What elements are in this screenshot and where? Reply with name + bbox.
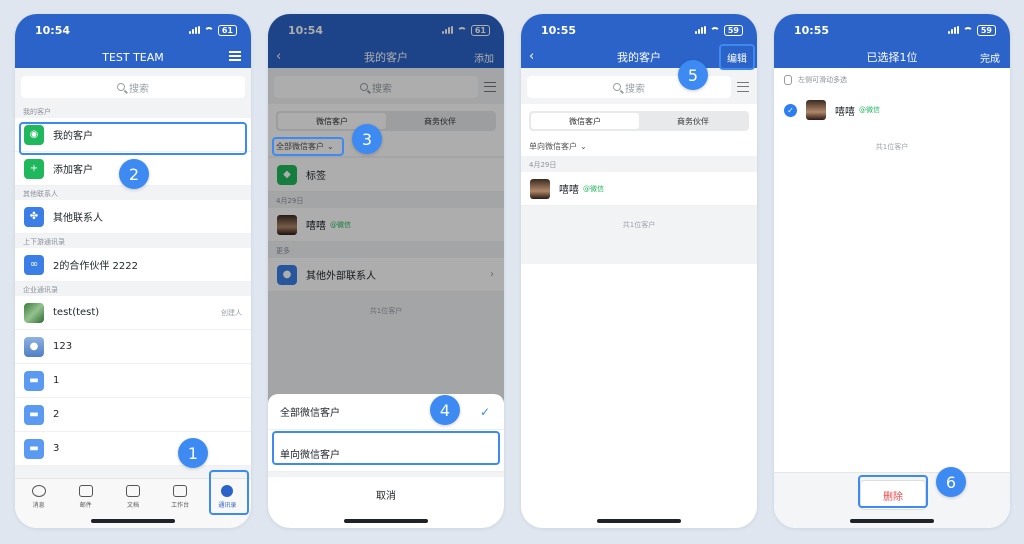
- option-oneway-wechat[interactable]: 单向微信客户: [268, 436, 504, 472]
- tab-contacts[interactable]: 通讯录: [207, 485, 247, 528]
- check-icon: ✓: [479, 404, 490, 419]
- contact-row[interactable]: 嘻嘻 @微信: [521, 172, 757, 206]
- wechat-icon: ◉: [24, 124, 44, 145]
- folder-row[interactable]: ▬ 2: [15, 398, 251, 432]
- person-avatar-icon: ●: [24, 336, 44, 357]
- step-badge-1: 1: [178, 438, 208, 468]
- step-badge-3: 3: [352, 124, 382, 154]
- status-time: 10:54: [35, 23, 71, 37]
- wifi-icon: [203, 26, 214, 34]
- page-title: TEST TEAM: [102, 50, 164, 64]
- page-title: 已选择1位: [866, 51, 918, 64]
- creator-tag: 创建人: [221, 308, 242, 317]
- nav-bar: 已选择1位 完成: [774, 46, 1010, 68]
- other-contacts-item[interactable]: ✤ 其他联系人: [15, 200, 251, 234]
- status-bar: 10:54 61: [15, 14, 251, 46]
- signal-icon: [188, 26, 200, 34]
- hand-icon: [784, 75, 792, 85]
- filter-dropdown[interactable]: 单向微信客户 ⌄: [521, 137, 757, 155]
- filter-action-sheet: 全部微信客户 ✓ 单向微信客户 取消: [268, 394, 504, 528]
- selected-contact-row[interactable]: ✓ 嘻嘻 @微信: [774, 92, 1010, 128]
- phone-screen-oneway-customers: 10:55 59 ‹ 我的客户 编辑 搜索 微信客户 商务伙伴 单向微信客户 ⌄ …: [521, 14, 757, 528]
- nav-bar: ‹ 我的客户 编辑: [521, 46, 757, 68]
- search-input[interactable]: 搜索: [21, 76, 245, 98]
- status-bar: 10:55 59: [521, 14, 757, 46]
- edit-button[interactable]: 编辑: [727, 50, 747, 65]
- segment-partner[interactable]: 商务伙伴: [639, 113, 747, 129]
- signal-icon: [694, 26, 706, 34]
- home-indicator: [344, 519, 428, 523]
- date-label: 4月29日: [529, 161, 557, 169]
- phone-screen-contacts: 10:54 61 TEST TEAM 搜索 我的客户 ◉ 我的客户 + 添加客户…: [15, 14, 251, 528]
- wifi-icon: [709, 26, 720, 34]
- settings-sliders-icon[interactable]: [229, 51, 241, 61]
- chevron-down-icon: ⌄: [580, 141, 587, 151]
- step-badge-2: 2: [119, 159, 149, 189]
- tab-messages[interactable]: 消息: [19, 485, 59, 528]
- signal-icon: [947, 26, 959, 34]
- avatar: [530, 178, 550, 199]
- segment-control: 微信客户 商务伙伴: [529, 111, 749, 131]
- step-badge-6: 6: [936, 467, 966, 497]
- status-time: 10:55: [794, 23, 830, 37]
- section-label: 企业通讯录: [23, 286, 58, 294]
- home-indicator: [597, 519, 681, 523]
- section-label: 上下游通讯录: [23, 238, 65, 246]
- contact-row[interactable]: test(test) 创建人: [15, 296, 251, 330]
- chat-bubble-icon: [31, 485, 46, 497]
- status-bar: 10:55 59: [774, 14, 1010, 46]
- nav-bar: TEST TEAM: [15, 46, 251, 68]
- segment-wechat[interactable]: 微信客户: [531, 113, 639, 129]
- folder-row[interactable]: ▬ 3: [15, 432, 251, 466]
- grid-icon: [173, 485, 188, 497]
- contacts-icon: [221, 485, 234, 497]
- my-customers-item[interactable]: ◉ 我的客户: [15, 118, 251, 152]
- cancel-button[interactable]: 取消: [268, 472, 504, 512]
- status-time: 10:55: [541, 23, 577, 37]
- multi-select-hint: 左侧可滑动多选: [774, 68, 1010, 92]
- partner-item[interactable]: ∞ 2的合作伙伴 2222: [15, 248, 251, 282]
- option-all-wechat[interactable]: 全部微信客户 ✓: [268, 394, 504, 430]
- customer-count: 共1位客户: [622, 221, 656, 229]
- page-title: 我的客户: [617, 51, 661, 64]
- home-indicator: [91, 519, 175, 523]
- search-icon: [117, 83, 125, 91]
- battery-icon: 59: [976, 24, 996, 36]
- link-icon: ∞: [24, 254, 44, 275]
- contact-row[interactable]: ● 123: [15, 330, 251, 364]
- battery-icon: 61: [217, 24, 237, 36]
- phone-screen-selected: 10:55 59 已选择1位 完成 左侧可滑动多选 ✓ 嘻嘻 @微信 共1位客户 …: [774, 14, 1010, 528]
- avatar: [24, 302, 44, 323]
- delete-button[interactable]: 删除: [860, 480, 926, 510]
- section-label: 我的客户: [23, 108, 51, 116]
- phone-screen-my-customers-filter: 10:54 61 ‹ 我的客户 添加 搜索 微信客户 商务伙伴 全部微信客户 ⌄ …: [268, 14, 504, 528]
- pinwheel-icon: ✤: [24, 206, 44, 227]
- avatar: [806, 100, 826, 120]
- search-icon: [613, 83, 621, 91]
- battery-icon: 59: [723, 24, 743, 36]
- home-indicator: [850, 519, 934, 523]
- checked-icon[interactable]: ✓: [784, 103, 797, 117]
- step-badge-4: 4: [430, 395, 460, 425]
- done-button[interactable]: 完成: [980, 50, 1000, 65]
- menu-icon[interactable]: [737, 82, 749, 92]
- document-icon: [125, 485, 140, 497]
- folder-icon: ▬: [24, 370, 44, 391]
- back-icon[interactable]: ‹: [529, 49, 534, 64]
- step-badge-5: 5: [678, 60, 708, 90]
- folder-row[interactable]: ▬ 1: [15, 364, 251, 398]
- wifi-icon: [962, 26, 973, 34]
- folder-icon: ▬: [24, 438, 44, 459]
- folder-icon: ▬: [24, 404, 44, 425]
- add-person-icon: +: [24, 158, 44, 179]
- mail-icon: [78, 485, 93, 497]
- customer-count: 共1位客户: [875, 143, 909, 151]
